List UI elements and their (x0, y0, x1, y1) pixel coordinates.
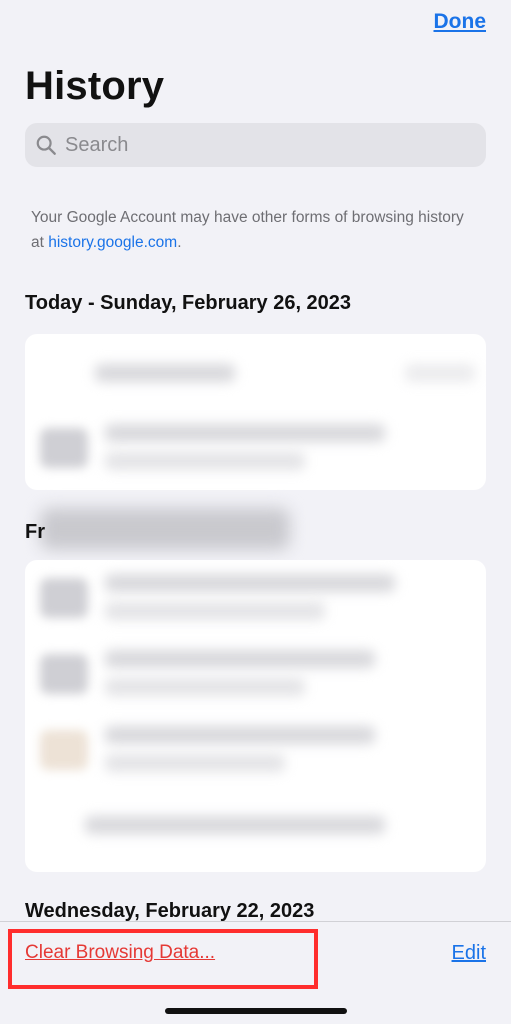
edit-button[interactable]: Edit (452, 942, 486, 965)
history-link[interactable]: history.google.com (48, 234, 177, 251)
list-item[interactable] (25, 636, 486, 712)
blurred-section-header (40, 508, 290, 550)
list-item[interactable] (25, 334, 486, 410)
list-item[interactable] (25, 712, 486, 788)
list-item[interactable] (25, 560, 486, 636)
search-input[interactable] (65, 133, 465, 157)
section-header-partial: Fr (25, 521, 45, 543)
search-bar[interactable] (25, 123, 486, 167)
section-header-wednesday: Wednesday, February 22, 2023 (25, 900, 315, 922)
bottom-toolbar: Clear Browsing Data... Edit (0, 921, 511, 1024)
clear-browsing-data-button[interactable]: Clear Browsing Data... (25, 942, 215, 964)
google-account-info: Your Google Account may have other forms… (31, 205, 471, 255)
done-button[interactable]: Done (434, 10, 487, 34)
info-suffix: . (177, 234, 182, 251)
search-icon (36, 135, 56, 155)
history-card-second (25, 560, 486, 872)
page-title: History (25, 64, 165, 108)
home-indicator (165, 1008, 347, 1014)
section-header-today: Today - Sunday, February 26, 2023 (25, 292, 352, 314)
list-item[interactable] (25, 788, 486, 864)
history-card-today (25, 334, 486, 490)
list-item[interactable] (25, 410, 486, 486)
